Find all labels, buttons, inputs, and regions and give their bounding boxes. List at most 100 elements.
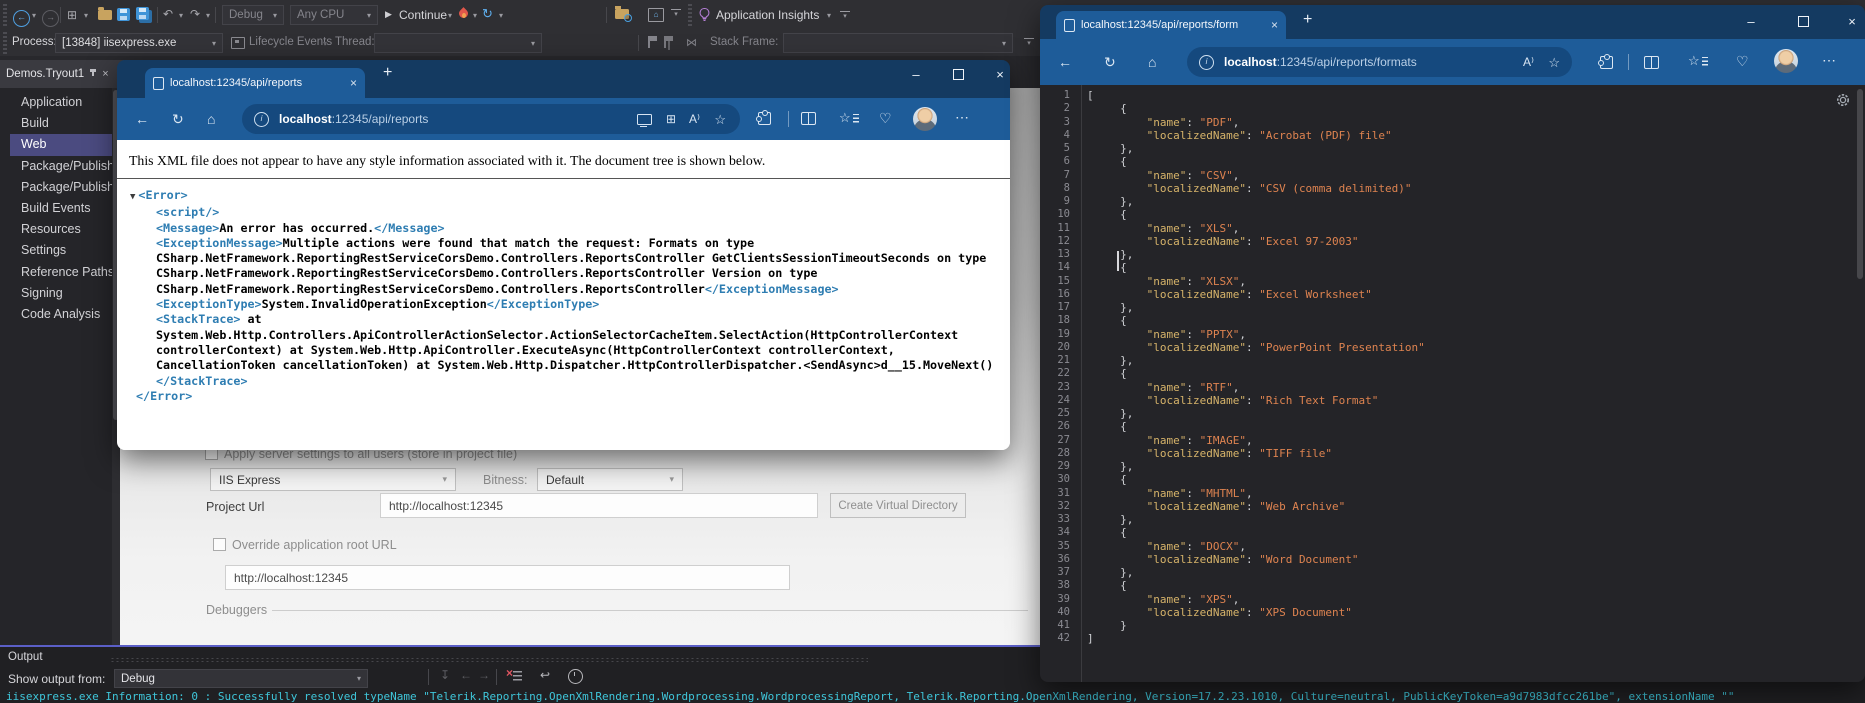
favorites-icon[interactable]: ☆ [839,110,851,126]
toolbar-grip[interactable] [688,4,692,26]
close-icon[interactable]: × [102,69,108,80]
solution-config-dropdown[interactable]: Debug ▾ [222,5,284,25]
restart-icon[interactable]: ↻ [482,6,493,22]
chevron-down-icon[interactable]: ▾ [499,11,503,20]
browser-tab-formats[interactable]: localhost:12345/api/reports/form × [1056,11,1286,39]
home-button[interactable]: ⌂ [207,111,215,127]
profile-avatar[interactable] [913,107,937,131]
bitness-dropdown[interactable]: Default ▾ [537,468,683,491]
thread-dropdown[interactable]: ▾ [374,33,542,53]
address-bar[interactable]: i localhost:12345/api/reports ⊞ A⁾ ☆ [242,104,740,134]
new-tab-button[interactable]: + [383,64,392,82]
sidebar-item-reference-paths[interactable]: Reference Paths [0,262,112,283]
sidebar-item-package-publish-web[interactable]: Package/Publish Web [0,156,112,177]
maximize-button[interactable] [1786,9,1820,33]
navigate-back-button[interactable]: ← [13,7,30,27]
more-menu-icon[interactable]: ⋯ [955,109,969,126]
split-screen-icon[interactable] [801,112,816,125]
address-bar[interactable]: i localhost:12345/api/reports/formats A⁾… [1187,47,1572,77]
browser-essentials-icon[interactable]: ♡ [879,110,892,127]
tab-demos-tryout1[interactable]: Demos.Tryout1 × [0,60,124,88]
sidebar-item-web[interactable]: Web [10,134,112,156]
save-icon[interactable] [117,8,130,21]
timestamp-icon[interactable] [568,669,583,684]
chevron-down-icon[interactable]: ▾ [179,11,183,20]
read-aloud-icon[interactable]: A⁾ [1523,55,1534,69]
browser-titlebar[interactable]: localhost:12345/api/reports/form × + – × [1040,5,1865,39]
new-item-button[interactable]: ⊞ [67,8,77,22]
extensions-icon[interactable] [1597,53,1613,69]
profile-avatar[interactable] [1774,49,1798,73]
find-in-files-icon[interactable] [615,6,632,22]
sidebar-item-signing[interactable]: Signing [0,283,112,304]
chevron-down-icon[interactable]: ▾ [206,11,210,20]
next-message-icon[interactable]: → [478,668,490,682]
chevron-down-icon[interactable]: ▾ [827,11,831,20]
browser-back-button[interactable]: ← [135,111,149,127]
chevron-down-icon[interactable]: ▾ [448,11,452,20]
lifecycle-events-label[interactable]: Lifecycle Events [249,36,332,48]
goto-message-icon[interactable]: ↧ [440,668,450,682]
word-wrap-icon[interactable]: ↩ [540,668,550,682]
add-favorite-icon[interactable]: ☆ [714,112,726,128]
split-screen-icon[interactable] [1644,56,1659,69]
process-dropdown[interactable]: [13848] iisexpress.exe ▾ [55,33,223,53]
create-virtual-directory-button[interactable]: Create Virtual Directory [830,493,966,518]
sidebar-item-package-publish-sql[interactable]: Package/Publish SQL [0,177,112,198]
show-threads-flagged-icon[interactable] [647,36,657,48]
navigate-forward-button[interactable]: → [42,7,59,27]
hot-reload-icon[interactable] [458,8,469,21]
sidebar-item-settings[interactable]: Settings [0,240,112,261]
tab-close-icon[interactable]: × [350,76,357,90]
browser-essentials-icon[interactable]: ♡ [1736,53,1749,70]
add-favorite-icon[interactable]: ☆ [1548,55,1560,71]
output-source-dropdown[interactable]: Debug ▾ [114,669,368,688]
output-panel-title[interactable]: Output [8,651,43,663]
lifecycle-events-icon[interactable] [231,37,245,49]
panel-drag-handle[interactable] [110,657,868,663]
chevron-down-icon[interactable]: ▾ [84,11,88,20]
more-menu-icon[interactable]: ⋯ [1822,52,1836,69]
prev-message-icon[interactable]: ← [460,668,472,682]
platform-dropdown[interactable]: Any CPU ▾ [290,5,378,25]
open-file-icon[interactable] [98,7,112,20]
toolbar-grip[interactable] [3,32,7,54]
stack-frame-dropdown[interactable]: ▾ [783,33,1013,53]
flag-threads-icon[interactable] [663,36,673,48]
site-info-icon[interactable]: i [254,111,269,127]
close-window-button[interactable]: × [983,62,1017,86]
minimize-button[interactable]: – [1734,9,1768,33]
scrollbar-thumb[interactable] [1857,89,1863,279]
json-settings-gear-icon[interactable] [1835,92,1851,113]
continue-label[interactable]: Continue [399,8,447,22]
refresh-button[interactable]: ↻ [172,111,184,128]
new-tab-button[interactable]: + [1303,11,1312,29]
save-all-icon[interactable] [136,7,149,20]
browser-back-button[interactable]: ← [1058,54,1072,70]
toolbar-grip[interactable] [3,4,7,26]
sidebar-item-build[interactable]: Build [0,113,112,134]
toolbar-overflow-button[interactable]: ▾ [671,9,681,20]
toolbar-overflow-button[interactable]: ▾ [840,11,850,22]
clear-all-icon[interactable]: × [506,666,522,682]
sidebar-item-code-analysis[interactable]: Code Analysis [0,304,112,325]
browse-with-icon[interactable]: ⌂ [648,8,664,22]
maximize-button[interactable] [941,62,975,86]
chevron-down-icon[interactable]: ▾ [473,11,477,20]
favorites-icon[interactable]: ☆ [1688,53,1700,69]
chevron-down-icon[interactable]: ▾ [32,11,36,20]
tab-close-icon[interactable]: × [1271,18,1278,32]
home-button[interactable]: ⌂ [1148,54,1156,70]
browser-titlebar[interactable]: localhost:12345/api/reports × + – × [117,60,1010,98]
override-root-url-checkbox[interactable] [213,538,226,551]
sidebar-item-resources[interactable]: Resources [0,219,112,240]
project-url-input[interactable]: http://localhost:12345 [380,493,818,518]
sidebar-item-application[interactable]: Application [0,92,112,113]
toolbar-overflow-button[interactable]: ▾ [1024,38,1034,49]
toggle-current-thread-icon[interactable]: ⋈ [686,36,697,49]
reader-mode-icon[interactable] [637,114,652,128]
application-insights-label[interactable]: Application Insights [716,8,819,22]
site-info-icon[interactable]: i [1199,54,1214,70]
browser-tab-reports[interactable]: localhost:12345/api/reports × [145,68,365,98]
read-aloud-icon[interactable]: A⁾ [689,112,700,126]
